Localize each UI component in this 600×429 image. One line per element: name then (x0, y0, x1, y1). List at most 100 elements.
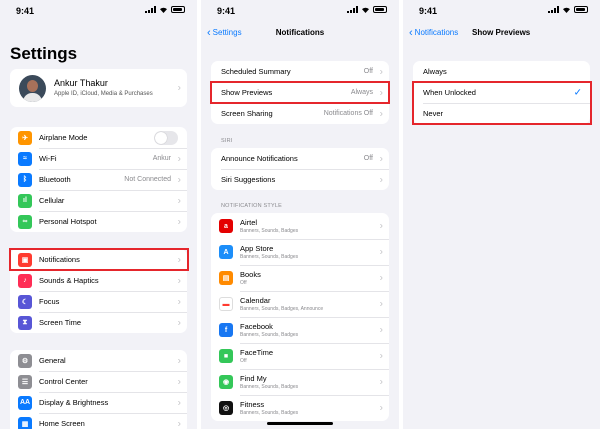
status-indicators (548, 6, 588, 13)
settings-row-focus[interactable]: ☾ Focus › (10, 291, 187, 312)
page-title: Settings (10, 44, 78, 63)
cellular-icon: ıl (18, 193, 32, 208)
app-notification-style: Banners, Sounds, Badges (240, 332, 299, 338)
home-screen-icon: ▦ (18, 416, 32, 429)
chevron-right-icon: › (177, 296, 181, 307)
highlight-show-previews (210, 81, 390, 104)
general-group: ⚙ General › ☰ Control Center › AA Display & Bri… (10, 350, 187, 429)
row-label: Announce Notifications (221, 154, 298, 163)
row-value: Notifications Off (323, 110, 373, 117)
focus-icon: ☾ (18, 294, 32, 309)
gear-icon: ⚙ (18, 353, 32, 368)
signal-icon (145, 6, 156, 13)
chevron-right-icon: › (379, 298, 383, 310)
chevron-right-icon: › (177, 317, 181, 328)
nav-bar: ‹ Settings Notifications (201, 26, 399, 42)
back-button[interactable]: ‹ Notifications (409, 26, 458, 39)
chevron-right-icon: › (177, 216, 181, 227)
option-label: Always (423, 67, 447, 76)
settings-panel: 9:41 Settings Ankur Thakur Apple ID, iCl… (0, 0, 197, 429)
chevron-right-icon: › (177, 195, 181, 206)
app-notification-style: Banners, Sounds, Badges (240, 254, 299, 260)
airtel-icon: a (219, 219, 233, 233)
home-indicator (267, 422, 333, 425)
facetime-icon: ■ (219, 349, 233, 363)
wifi-status-icon (160, 7, 167, 13)
airplane-icon: ✈ (18, 130, 32, 145)
app-row-fitness[interactable]: ◎ Fitness Banners, Sounds, Badges › (211, 395, 389, 421)
app-notification-style: Off (240, 358, 247, 364)
row-label: Scheduled Summary (221, 67, 291, 76)
chevron-right-icon: › (379, 376, 383, 388)
row-label: Screen Sharing (221, 109, 273, 118)
connectivity-group: ✈ Airplane Mode ≈ Wi-Fi Ankur › ᛒ Bluetooth Not … (10, 127, 187, 232)
wifi-status-icon (362, 7, 369, 13)
row-value: Not Connected (124, 176, 171, 183)
chevron-right-icon: › (379, 246, 383, 258)
app-name: Find My (240, 374, 267, 383)
settings-row-control-center[interactable]: ☰ Control Center › (10, 371, 187, 392)
status-indicators (347, 6, 387, 13)
app-name: Fitness (240, 400, 265, 409)
chevron-right-icon: › (379, 66, 383, 77)
row-label: Wi-Fi (39, 154, 57, 163)
settings-row-bluetooth[interactable]: ᛒ Bluetooth Not Connected › (10, 169, 187, 190)
status-bar: 9:41 (0, 0, 197, 22)
chevron-right-icon: › (177, 174, 181, 185)
notifications-panel: 9:41 ‹ Settings Notifications Scheduled S… (201, 0, 399, 429)
chevron-right-icon: › (379, 350, 383, 362)
row-value: Off (363, 68, 373, 75)
row-label: Cellular (39, 196, 65, 205)
status-time: 9:41 (16, 6, 35, 16)
chevron-right-icon: › (379, 402, 383, 414)
app-row-find-my[interactable]: ◉ Find My Banners, Sounds, Badges › (211, 369, 389, 395)
siri-section-header: SIRI (221, 138, 233, 144)
status-bar: 9:41 (403, 0, 600, 22)
app-row-books[interactable]: ▤ Books Off › (211, 265, 389, 291)
settings-row-display-and-brightness[interactable]: AA Display & Brightness › (10, 392, 187, 413)
bluetooth-icon: ᛒ (18, 172, 32, 187)
app-row-airtel[interactable]: a Airtel Banners, Sounds, Badges › (211, 213, 389, 239)
settings-row-scheduled-summary[interactable]: Scheduled Summary Off › (211, 61, 389, 82)
app-notification-style: Banners, Sounds, Badges, Announce (240, 306, 324, 312)
app-notification-style: Off (240, 280, 247, 286)
app-row-facetime[interactable]: ■ FaceTime Off › (211, 343, 389, 369)
settings-row-cellular[interactable]: ıl Cellular › (10, 190, 187, 211)
apps-list: a Airtel Banners, Sounds, Badges › A App Stor… (211, 213, 389, 421)
settings-row-airplane-mode[interactable]: ✈ Airplane Mode (10, 127, 187, 148)
app-row-app-store[interactable]: A App Store Banners, Sounds, Badges › (211, 239, 389, 265)
find-my-icon: ◉ (219, 375, 233, 389)
settings-row-announce-notifications[interactable]: Announce Notifications Off › (211, 148, 389, 169)
settings-row-screen-time[interactable]: ⧗ Screen Time › (10, 312, 187, 333)
row-label: Bluetooth (39, 175, 71, 184)
option-always[interactable]: Always (413, 61, 590, 82)
app-name: App Store (240, 244, 274, 253)
sounds-icon: ♪ (18, 273, 32, 288)
app-row-calendar[interactable]: ▬ Calendar Banners, Sounds, Badges, Announ… (211, 291, 389, 317)
settings-row-general[interactable]: ⚙ General › (10, 350, 187, 371)
battery-icon (171, 6, 185, 13)
settings-row-screen-sharing[interactable]: Screen Sharing Notifications Off › (211, 103, 389, 124)
airplane-mode-toggle[interactable] (154, 130, 178, 145)
settings-row-wi-fi[interactable]: ≈ Wi-Fi Ankur › (10, 148, 187, 169)
chevron-left-icon: ‹ (409, 26, 413, 39)
settings-row-home-screen[interactable]: ▦ Home Screen › (10, 413, 187, 429)
settings-row-sounds-and-haptics[interactable]: ♪ Sounds & Haptics › (10, 270, 187, 291)
settings-row-personal-hotspot[interactable]: ∞ Personal Hotspot › (10, 211, 187, 232)
app-name: FaceTime (240, 348, 274, 357)
app-row-facebook[interactable]: f Facebook Banners, Sounds, Badges › (211, 317, 389, 343)
settings-row-siri-suggestions[interactable]: Siri Suggestions › (211, 169, 389, 190)
app-name: Airtel (240, 218, 258, 227)
notification-style-header: NOTIFICATION STYLE (221, 203, 282, 209)
row-label: Sounds & Haptics (39, 276, 99, 285)
profile-card[interactable]: Ankur Thakur Apple ID, iCloud, Media & P… (10, 69, 187, 107)
hotspot-icon: ∞ (18, 214, 32, 229)
chevron-right-icon: › (177, 376, 181, 387)
display-icon: AA (18, 395, 32, 410)
row-label: Screen Time (39, 318, 82, 327)
battery-icon (574, 6, 588, 13)
chevron-right-icon: › (177, 418, 181, 429)
row-label: Personal Hotspot (39, 217, 97, 226)
fitness-icon: ◎ (219, 401, 233, 415)
chevron-right-icon: › (379, 108, 383, 119)
